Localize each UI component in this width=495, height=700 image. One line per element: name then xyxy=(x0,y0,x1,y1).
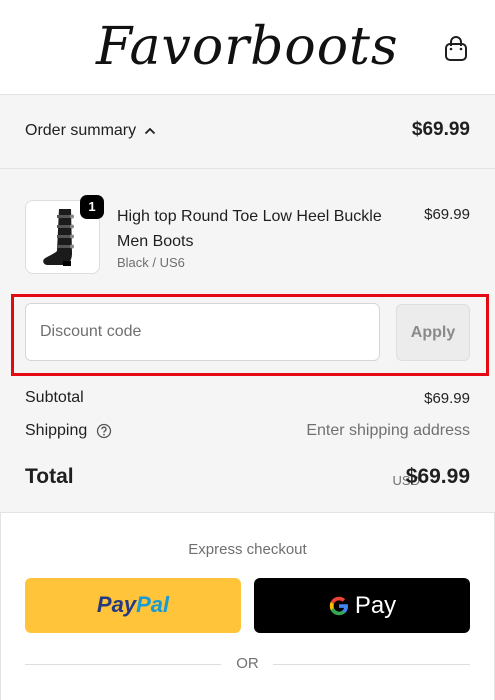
express-checkout-title: Express checkout xyxy=(188,541,307,558)
order-summary-label: Order summary xyxy=(25,122,137,139)
subtotal-label: Subtotal xyxy=(25,389,84,406)
paypal-button[interactable]: PayPal xyxy=(25,578,241,633)
question-circle-icon[interactable] xyxy=(96,423,112,439)
order-summary-bar: Order summary $69.99 xyxy=(0,95,495,169)
divider-right xyxy=(273,664,470,665)
site-header: Favorboots xyxy=(0,0,495,95)
product-price: $69.99 xyxy=(424,206,470,223)
shipping-label: Shipping xyxy=(25,422,88,439)
shipping-row: Shipping xyxy=(25,422,112,440)
subtotal-value: $69.99 xyxy=(424,390,470,407)
google-g-icon xyxy=(329,596,348,615)
total-label: Total xyxy=(25,465,74,488)
discount-code-input[interactable] xyxy=(25,303,380,361)
cart-button[interactable] xyxy=(443,35,469,63)
product-name: High top Round Toe Low Heel Buckle Men B… xyxy=(117,208,382,250)
product-variant: Black / US6 xyxy=(117,255,185,270)
store-logo[interactable]: Favorboots xyxy=(96,12,399,82)
google-pay-label: Pay xyxy=(354,591,397,619)
chevron-up-icon xyxy=(144,127,156,135)
google-pay-button[interactable]: Pay xyxy=(254,578,470,633)
order-summary-toggle[interactable]: Order summary xyxy=(25,122,156,140)
paypal-logo: PayPal xyxy=(96,592,170,617)
shopping-bag-icon xyxy=(445,36,467,61)
apply-discount-button[interactable]: Apply xyxy=(396,304,470,361)
quantity-badge: 1 xyxy=(80,195,104,219)
order-summary-total: $69.99 xyxy=(411,119,470,140)
shipping-value: Enter shipping address xyxy=(306,422,470,439)
total-amount: $69.99 xyxy=(405,465,470,488)
